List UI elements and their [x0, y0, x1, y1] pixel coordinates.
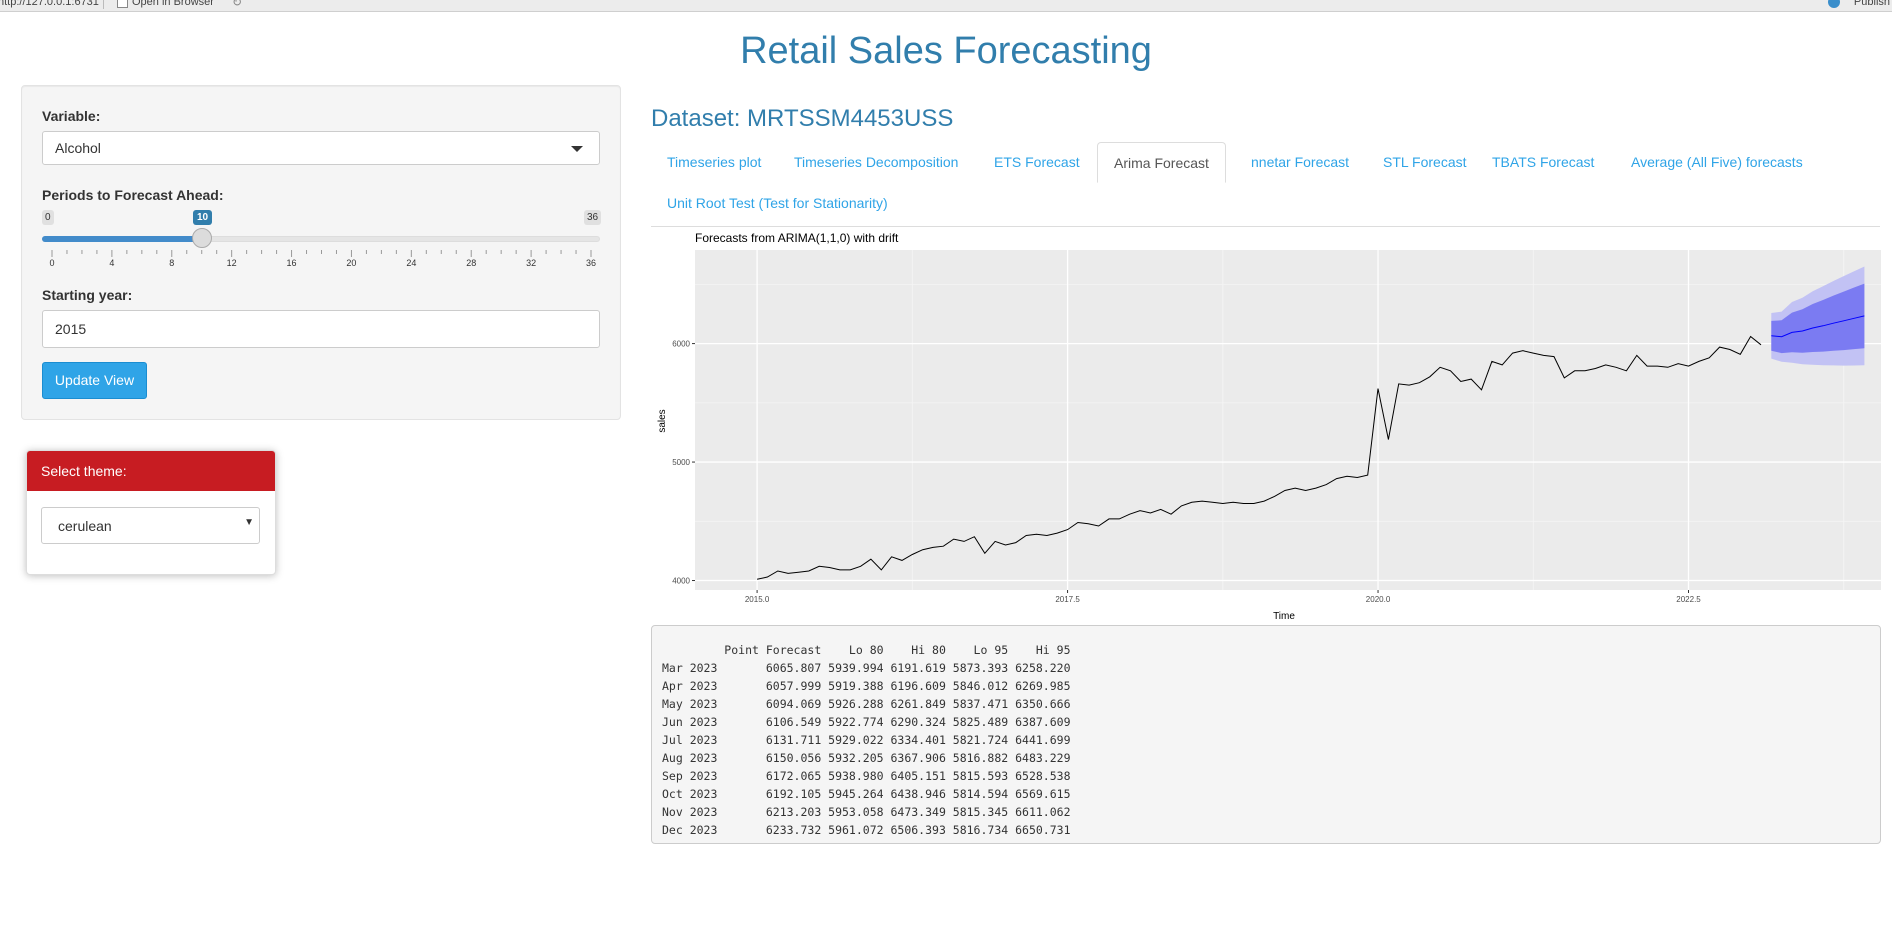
slider-tick-label: 32: [526, 258, 536, 268]
refresh-icon[interactable]: ↻: [232, 0, 242, 9]
toolbar-divider: [103, 0, 104, 9]
forecast-table-row: Aug 2023 6150.056 5932.205 6367.906 5816…: [662, 751, 1071, 765]
x-tick-label: 2020.0: [1366, 595, 1391, 604]
tab-nnetar-forecast[interactable]: nnetar Forecast: [1235, 142, 1365, 183]
dataset-title: Dataset: MRTSSM4453USS: [651, 105, 954, 132]
slider-tick-label: 20: [346, 258, 356, 268]
x-tick-label: 2015.0: [745, 595, 770, 604]
browser-toolbar: http://127.0.0.1:6731 Open in Browser ↻ …: [0, 0, 1892, 12]
y-axis-label: sales: [657, 409, 668, 432]
url-text[interactable]: http://127.0.0.1:6731: [0, 0, 99, 8]
tab-average-forecasts[interactable]: Average (All Five) forecasts: [1615, 142, 1819, 183]
y-tick-label: 5000: [672, 458, 690, 467]
update-view-button[interactable]: Update View: [42, 362, 147, 399]
slider-tick-label: 0: [49, 258, 54, 268]
forecast-table-row: Sep 2023 6172.065 5938.980 6405.151 5815…: [662, 769, 1071, 783]
tab-bar: Timeseries plot Timeseries Decomposition…: [651, 142, 1880, 227]
sidebar-panel: Variable: Alcohol Periods to Forecast Ah…: [21, 85, 621, 420]
y-tick-label: 4000: [672, 577, 690, 586]
open-in-browser-link[interactable]: Open in Browser: [132, 0, 214, 8]
arima-forecast-chart: Forecasts from ARIMA(1,1,0) with drift s…: [657, 231, 1881, 622]
x-axis-label: Time: [1273, 611, 1295, 622]
tab-tbats-forecast[interactable]: TBATS Forecast: [1476, 142, 1610, 183]
y-tick-label: 6000: [672, 340, 690, 349]
forecast-table-header: Point Forecast Lo 80 Hi 80 Lo 95 Hi 95: [724, 643, 1071, 657]
open-in-browser-checkbox-icon[interactable]: [117, 0, 128, 8]
theme-selector-box: Select theme: cerulean ▼: [26, 450, 276, 575]
x-tick-label: 2017.5: [1055, 595, 1080, 604]
tab-timeseries-plot[interactable]: Timeseries plot: [651, 142, 777, 183]
start-year-input[interactable]: 2015: [42, 310, 600, 348]
publish-icon[interactable]: [1828, 0, 1840, 8]
forecast-table-row: May 2023 6094.069 5926.288 6261.849 5837…: [662, 697, 1071, 711]
tab-arima-forecast[interactable]: Arima Forecast: [1097, 142, 1226, 183]
forecast-table-output: Point Forecast Lo 80 Hi 80 Lo 95 Hi 95 M…: [651, 625, 1881, 844]
tab-unit-root-test[interactable]: Unit Root Test (Test for Stationarity): [651, 183, 904, 224]
page-title: Retail Sales Forecasting: [740, 30, 1152, 72]
theme-select[interactable]: cerulean ▼: [41, 507, 260, 544]
forecast-table-row: Oct 2023 6192.105 5945.264 6438.946 5814…: [662, 787, 1071, 801]
theme-header: Select theme:: [27, 451, 275, 491]
chart-title: Forecasts from ARIMA(1,1,0) with drift: [695, 231, 899, 245]
forecast-table-row: Jul 2023 6131.711 5929.022 6334.401 5821…: [662, 733, 1071, 747]
forecast-table-row: Nov 2023 6213.203 5953.058 6473.349 5815…: [662, 805, 1071, 819]
publish-button[interactable]: Publish: [1854, 0, 1890, 8]
x-tick-label: 2022.5: [1676, 595, 1701, 604]
forecast-table-row: Mar 2023 6065.807 5939.994 6191.619 5873…: [662, 661, 1071, 675]
slider-tick-label: 12: [227, 258, 237, 268]
slider-tick-label: 28: [466, 258, 476, 268]
forecast-table-row: Apr 2023 6057.999 5919.388 6196.609 5846…: [662, 679, 1071, 693]
plot-panel: [695, 250, 1881, 590]
tab-timeseries-decomposition[interactable]: Timeseries Decomposition: [778, 142, 974, 183]
start-year-label: Starting year:: [42, 287, 133, 303]
slider-tick-label: 8: [169, 258, 174, 268]
chevron-down-icon: ▼: [244, 517, 254, 528]
slider-tick-label: 24: [406, 258, 416, 268]
forecast-table-row: Dec 2023 6233.732 5961.072 6506.393 5816…: [662, 823, 1071, 837]
slider-tick-label: 36: [586, 258, 596, 268]
slider-tick-label: 4: [109, 258, 114, 268]
forecast-table-row: Jun 2023 6106.549 5922.774 6290.324 5825…: [662, 715, 1071, 729]
tab-ets-forecast[interactable]: ETS Forecast: [978, 142, 1096, 183]
tab-stl-forecast[interactable]: STL Forecast: [1367, 142, 1483, 183]
theme-select-value: cerulean: [58, 518, 112, 534]
slider-tick-label: 16: [287, 258, 297, 268]
